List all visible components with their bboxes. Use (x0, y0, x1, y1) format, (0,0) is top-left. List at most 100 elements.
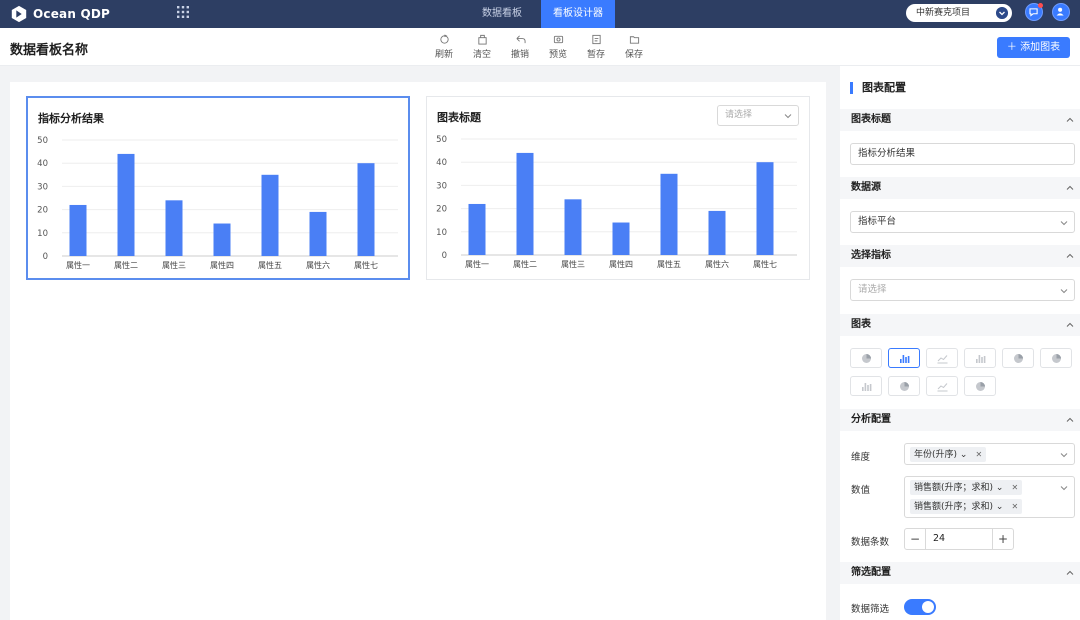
panel-title: 图表配置 (850, 82, 906, 94)
add-chart-button[interactable]: ＋ 添加图表 (997, 37, 1070, 58)
chart-type-button[interactable] (964, 376, 996, 396)
notification-dot (1038, 3, 1043, 8)
chevron-down-icon (784, 114, 792, 119)
refresh-button[interactable]: 刷新 (427, 34, 461, 60)
section-analysis[interactable]: 分析配置 (840, 409, 1080, 431)
chevron-down-icon: ⌄ (959, 450, 968, 460)
value-tag[interactable]: 销售额(升序；求和) ⌄ ✕ (910, 480, 1023, 495)
clear-icon (477, 34, 487, 45)
bar[interactable] (756, 162, 774, 255)
pie-chart-icon (1014, 354, 1023, 363)
user-button[interactable] (1052, 3, 1070, 21)
decrement-button[interactable]: − (905, 529, 926, 549)
tab-dashboard-designer[interactable]: 看板设计器 (541, 0, 615, 28)
dimension-tag-label: 年份(升序) (914, 450, 958, 460)
chart-config-panel: 图表配置 图表标题 指标分析结果 数据源 指标平台 选择指标 请选择 图表 分析… (840, 66, 1080, 620)
value-label: 数值 (851, 485, 871, 496)
app-logo[interactable]: Ocean QDP (10, 4, 110, 24)
dimension-tag[interactable]: 年份(升序) ⌄ ✕ (910, 447, 987, 462)
bar[interactable] (309, 211, 327, 256)
chart-type-button[interactable] (850, 376, 882, 396)
y-tick-label: 50 (37, 136, 48, 146)
line-chart-icon (937, 383, 948, 392)
top-nav-bar: Ocean QDP 数据看板 看板设计器 中新赛克项目 (0, 0, 1080, 28)
increment-button[interactable]: + (992, 529, 1013, 549)
bar[interactable] (213, 223, 231, 256)
project-select[interactable]: 中新赛克项目 (906, 4, 1012, 22)
line-chart-icon (937, 355, 948, 364)
apps-grid-icon[interactable] (176, 5, 190, 19)
section-data-source[interactable]: 数据源 (840, 177, 1080, 199)
design-canvas[interactable]: 指标分析结果 0 10 20 30 40 50 属性一 属性二 属性三 属性四 属性五 属性六 属性七 … (10, 82, 826, 620)
section-chart-title[interactable]: 图表标题 (840, 109, 1080, 131)
card-select[interactable]: 请选择 (717, 105, 799, 126)
close-icon[interactable]: ✕ (1011, 502, 1018, 511)
bar[interactable] (261, 174, 279, 256)
bar[interactable] (357, 163, 375, 256)
x-tick-label: 属性七 (753, 259, 777, 269)
chevron-down-icon (1060, 289, 1068, 294)
bar[interactable] (117, 153, 135, 256)
row-count-value[interactable]: 24 (933, 529, 945, 549)
chart-type-button[interactable] (926, 376, 958, 396)
tab-dashboard[interactable]: 数据看板 (470, 0, 534, 28)
chevron-up-icon (1066, 185, 1074, 190)
chart-type-button[interactable] (964, 348, 996, 368)
user-icon (1056, 7, 1064, 16)
chart-title-input[interactable]: 指标分析结果 (850, 143, 1075, 165)
x-tick-label: 属性二 (114, 260, 138, 270)
draft-label: 暂存 (586, 50, 605, 60)
section-select-metric[interactable]: 选择指标 (840, 245, 1080, 267)
data-source-value: 指标平台 (858, 216, 897, 227)
undo-button[interactable]: 撤销 (503, 34, 537, 60)
chart-type-button[interactable] (888, 376, 920, 396)
close-icon[interactable]: ✕ (1011, 483, 1018, 492)
clear-button[interactable]: 清空 (465, 34, 499, 60)
dimension-select[interactable]: 年份(升序) ⌄ ✕ (904, 443, 1075, 465)
pie-chart-icon (862, 354, 871, 363)
bar[interactable] (516, 152, 534, 255)
chart-type-button[interactable] (1040, 348, 1072, 368)
clear-label: 清空 (472, 50, 491, 60)
row-count-stepper[interactable]: − 24 + (904, 528, 1014, 550)
section-filter[interactable]: 筛选配置 (840, 562, 1080, 584)
bar[interactable] (165, 200, 183, 256)
value-select[interactable]: 销售额(升序；求和) ⌄ ✕ 销售额(升序；求和) ⌄ ✕ (904, 476, 1075, 518)
save-button[interactable]: 保存 (617, 34, 651, 60)
metric-select[interactable]: 请选择 (850, 279, 1075, 301)
card-select-placeholder: 请选择 (725, 110, 753, 120)
section-label: 图表标题 (851, 114, 891, 125)
bar[interactable] (468, 203, 486, 255)
x-tick-label: 属性一 (465, 259, 489, 269)
chart-card[interactable]: 图表标题 请选择 0 10 20 30 40 50 属性一 属性二 属性三 属性四 属性五 属性六 属性… (426, 96, 810, 280)
chart-type-button[interactable] (926, 348, 958, 368)
value-tag-label: 销售额(升序；求和) (914, 502, 994, 512)
data-source-select[interactable]: 指标平台 (850, 211, 1075, 233)
refresh-label: 刷新 (434, 50, 453, 60)
chart-type-button[interactable] (850, 348, 882, 368)
chart-card[interactable]: 指标分析结果 0 10 20 30 40 50 属性一 属性二 属性三 属性四 属性五 属性六 属性七 (26, 96, 410, 280)
data-filter-toggle[interactable] (904, 599, 936, 615)
draft-button[interactable]: 暂存 (579, 34, 613, 60)
close-icon[interactable]: ✕ (975, 450, 982, 459)
y-tick-label: 30 (436, 181, 447, 191)
bar[interactable] (660, 173, 678, 255)
chevron-down-icon (1060, 453, 1068, 458)
undo-label: 撤销 (510, 50, 529, 60)
bar[interactable] (708, 210, 726, 255)
section-chart[interactable]: 图表 (840, 314, 1080, 336)
chart-type-button[interactable] (888, 348, 920, 368)
draft-icon (591, 34, 601, 45)
bar[interactable] (564, 199, 582, 255)
message-button[interactable] (1025, 3, 1043, 21)
y-tick-label: 0 (442, 251, 447, 261)
bar[interactable] (612, 222, 630, 255)
board-name[interactable]: 数据看板名称 (10, 39, 88, 58)
chart-type-button[interactable] (1002, 348, 1034, 368)
y-tick-label: 20 (37, 206, 48, 216)
chevron-up-icon (1066, 570, 1074, 575)
preview-button[interactable]: 预览 (541, 34, 575, 60)
data-filter-label: 数据筛选 (851, 604, 890, 615)
bar[interactable] (69, 204, 87, 256)
value-tag[interactable]: 销售额(升序；求和) ⌄ ✕ (910, 499, 1023, 514)
